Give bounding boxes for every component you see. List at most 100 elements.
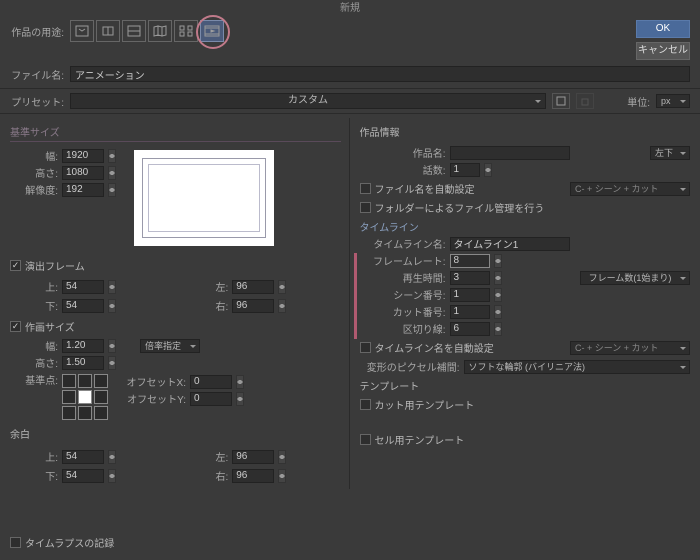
play-input[interactable] — [450, 271, 490, 285]
name-input[interactable] — [450, 146, 570, 160]
cancel-button[interactable]: キャンセル — [636, 42, 690, 60]
right-spinner[interactable] — [278, 299, 286, 313]
tlname-input[interactable] — [450, 237, 570, 251]
filename-input[interactable] — [70, 66, 690, 82]
oy-label: オフセットY: — [126, 391, 186, 406]
width-spinner[interactable] — [108, 149, 116, 163]
bottom-input[interactable] — [62, 299, 104, 313]
width-label: 幅: — [10, 148, 58, 163]
scene-input[interactable] — [450, 288, 490, 302]
yt-spinner[interactable] — [108, 450, 116, 464]
sw-spinner[interactable] — [108, 339, 116, 353]
oy-spinner[interactable] — [236, 392, 244, 406]
tlname-label: タイムライン名: — [360, 236, 446, 251]
sakuga-checkbox[interactable] — [10, 321, 21, 332]
interp-dropdown[interactable]: ソフトな輪郭 (バイリニア法) — [464, 360, 691, 374]
base-size-header: 基準サイズ — [10, 122, 341, 142]
divider-spinner[interactable] — [494, 322, 502, 336]
template-header: テンプレート — [360, 378, 691, 393]
height-label: 高さ: — [10, 165, 58, 180]
res-input[interactable] — [62, 183, 104, 197]
top-spinner[interactable] — [108, 280, 116, 294]
cuttpl-checkbox[interactable] — [360, 399, 371, 410]
timelapse-label: タイムラプスの記録 — [25, 535, 114, 550]
scene-spinner[interactable] — [494, 288, 502, 302]
left-input[interactable] — [232, 280, 274, 294]
preset-label: プリセット: — [10, 94, 64, 109]
folder-label: フォルダーによるファイル管理を行う — [375, 200, 545, 215]
ep-spinner[interactable] — [484, 163, 492, 177]
anchor-label: 基準点: — [10, 372, 58, 387]
top-input[interactable] — [62, 280, 104, 294]
left-label: 左: — [180, 279, 228, 294]
timelapse-checkbox[interactable] — [10, 537, 21, 548]
yr-input[interactable] — [232, 469, 274, 483]
folder-checkbox[interactable] — [360, 202, 371, 213]
yb-spinner[interactable] — [108, 469, 116, 483]
celtpl-checkbox[interactable] — [360, 434, 371, 445]
bairitsu-dropdown[interactable]: 倍率指定 — [140, 339, 200, 353]
autofile-label: ファイル名を自動設定 — [375, 181, 475, 196]
dialog-title: 新規 — [0, 0, 700, 18]
frame-type-dropdown[interactable]: フレーム数(1始まり) — [580, 271, 690, 285]
width-input[interactable] — [62, 149, 104, 163]
enshutsu-label: 演出フレーム — [25, 258, 85, 273]
preset-save-icon[interactable] — [552, 93, 570, 109]
fr-input[interactable] — [450, 254, 490, 268]
name-pos-dropdown[interactable]: 左下 — [650, 146, 690, 160]
scene-label: シーン番号: — [360, 287, 446, 302]
info-header: 作品情報 — [360, 122, 691, 141]
fr-spinner[interactable] — [494, 254, 502, 268]
ep-input[interactable] — [450, 163, 480, 177]
yb-input[interactable] — [62, 469, 104, 483]
footer: タイムラプスの記録 — [10, 535, 114, 550]
yr-spinner[interactable] — [278, 469, 286, 483]
autotl-checkbox[interactable] — [360, 342, 371, 353]
play-spinner[interactable] — [494, 271, 502, 285]
ok-button[interactable]: OK — [636, 20, 690, 38]
height-input[interactable] — [62, 166, 104, 180]
purpose-icon-group — [70, 20, 224, 42]
enshutsu-checkbox[interactable] — [10, 260, 21, 271]
purpose-label: 作品の用途: — [10, 24, 64, 39]
sw-input[interactable] — [62, 339, 104, 353]
ox-label: オフセットX: — [126, 374, 186, 389]
ox-input[interactable] — [190, 375, 232, 389]
purpose-icon-all[interactable] — [174, 20, 198, 42]
bottom-spinner[interactable] — [108, 299, 116, 313]
anchor-grid[interactable] — [62, 374, 108, 420]
accent-bracket — [354, 253, 357, 339]
yl-label: 左: — [180, 449, 228, 464]
yr-label: 右: — [180, 468, 228, 483]
sh-input[interactable] — [62, 356, 104, 370]
divider-input[interactable] — [450, 322, 490, 336]
yl-input[interactable] — [232, 450, 274, 464]
cut-spinner[interactable] — [494, 305, 502, 319]
preset-dropdown[interactable]: カスタム — [70, 93, 546, 109]
cut-label: カット番号: — [360, 304, 446, 319]
sw-label: 幅: — [10, 338, 58, 353]
sh-spinner[interactable] — [108, 356, 116, 370]
cuttpl-label: カット用テンプレート — [375, 397, 475, 412]
cut-input[interactable] — [450, 305, 490, 319]
top-label: 上: — [10, 279, 58, 294]
purpose-icon-comic[interactable] — [122, 20, 146, 42]
celtpl-label: セル用テンプレート — [375, 432, 465, 447]
res-spinner[interactable] — [108, 183, 116, 197]
yl-spinner[interactable] — [278, 450, 286, 464]
right-input[interactable] — [232, 299, 274, 313]
oy-input[interactable] — [190, 392, 232, 406]
sh-label: 高さ: — [10, 355, 58, 370]
preset-delete-icon — [576, 93, 594, 109]
height-spinner[interactable] — [108, 166, 116, 180]
purpose-icon-print[interactable] — [96, 20, 120, 42]
ox-spinner[interactable] — [236, 375, 244, 389]
purpose-icon-animation[interactable] — [200, 20, 224, 42]
yt-input[interactable] — [62, 450, 104, 464]
left-spinner[interactable] — [278, 280, 286, 294]
unit-dropdown[interactable]: px — [656, 94, 690, 108]
purpose-icon-book[interactable] — [148, 20, 172, 42]
autofile-checkbox[interactable] — [360, 183, 371, 194]
purpose-icon-default[interactable] — [70, 20, 94, 42]
unit-label: 単位: — [620, 94, 650, 109]
